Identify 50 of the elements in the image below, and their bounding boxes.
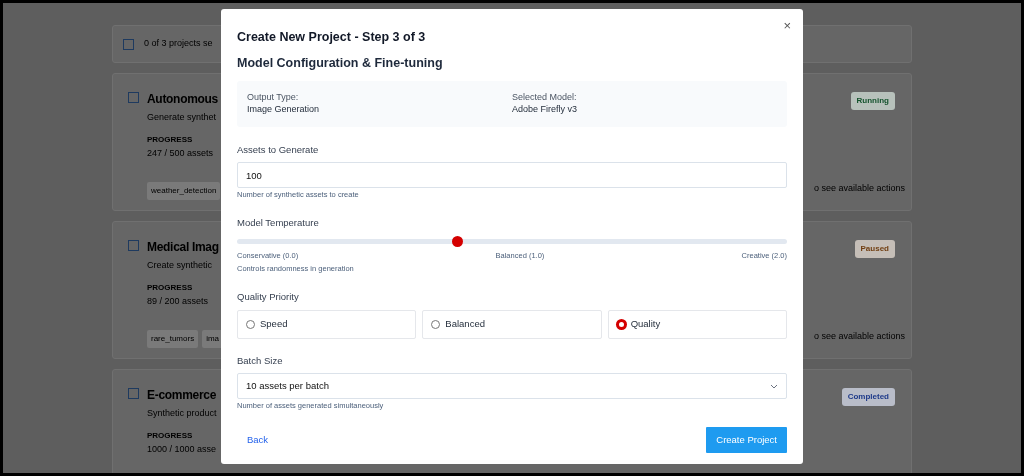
project-description: Synthetic product [147,407,218,420]
radio-option[interactable]: Speed [237,310,417,339]
field-label: Batch Size [237,355,284,367]
field-label: Assets to Generate [237,144,320,156]
actions-hint: o see available actions [813,182,905,195]
progress-label: PROGRESS [147,281,194,294]
checkbox[interactable] [128,388,139,399]
section-heading: Model Configuration & Fine-tuning [237,55,444,71]
checkbox[interactable] [123,38,134,50]
progress-text: 247 / 500 assets [147,146,215,160]
slider-thumb[interactable] [452,236,463,247]
radio-button[interactable] [616,320,626,329]
slider-track[interactable] [237,239,787,244]
option-label: Quality [630,317,661,332]
summary-label: Output Type: [247,91,300,103]
checkbox[interactable] [128,92,139,103]
tag: rare_tumors [147,330,199,348]
project-title: Medical Imag [147,240,220,254]
radio-option[interactable]: Quality [607,310,787,339]
option-label: Balanced [445,317,485,332]
number-field[interactable]: 100 [237,162,787,188]
progress-label: PROGRESS [147,429,194,442]
dialog-title: Create New Project - Step 3 of 3 [237,29,426,45]
dropdown[interactable]: 10 assets per batch [237,373,787,399]
radio-option[interactable]: Balanced [422,310,602,339]
progress-label: PROGRESS [147,133,194,146]
back-link[interactable]: Back [247,432,269,448]
summary-value: Image Generation [247,103,321,116]
option-label: Speed [260,317,288,332]
status-badge: Completed [841,388,895,406]
project-description: Create synthetic [147,259,214,272]
close-button[interactable]: × [783,19,791,32]
project-title: E-commerce [147,388,218,402]
chevron-down-icon [770,383,778,389]
progress-text: 1000 / 1000 asse [147,442,218,456]
summary-label: Selected Model: [512,91,578,103]
dropdown-value: 10 assets per batch [246,378,329,393]
tag: ima [202,330,223,348]
status-badge: Running [850,92,895,110]
field-label: Model Temperature [237,217,320,229]
selection-count: 0 of 3 projects se [144,37,213,51]
field-label: Quality Priority [237,291,300,303]
actions-hint: o see available actions [813,330,905,343]
summary-value: Adobe Firefly v3 [512,103,579,116]
status-badge: Paused [854,240,895,258]
project-title: Autonomous [147,92,219,106]
progress-text: 89 / 200 assets [147,294,210,308]
project-description: Generate synthet [147,111,218,124]
tag: weather_detection [147,182,221,200]
checkbox[interactable] [128,240,139,251]
